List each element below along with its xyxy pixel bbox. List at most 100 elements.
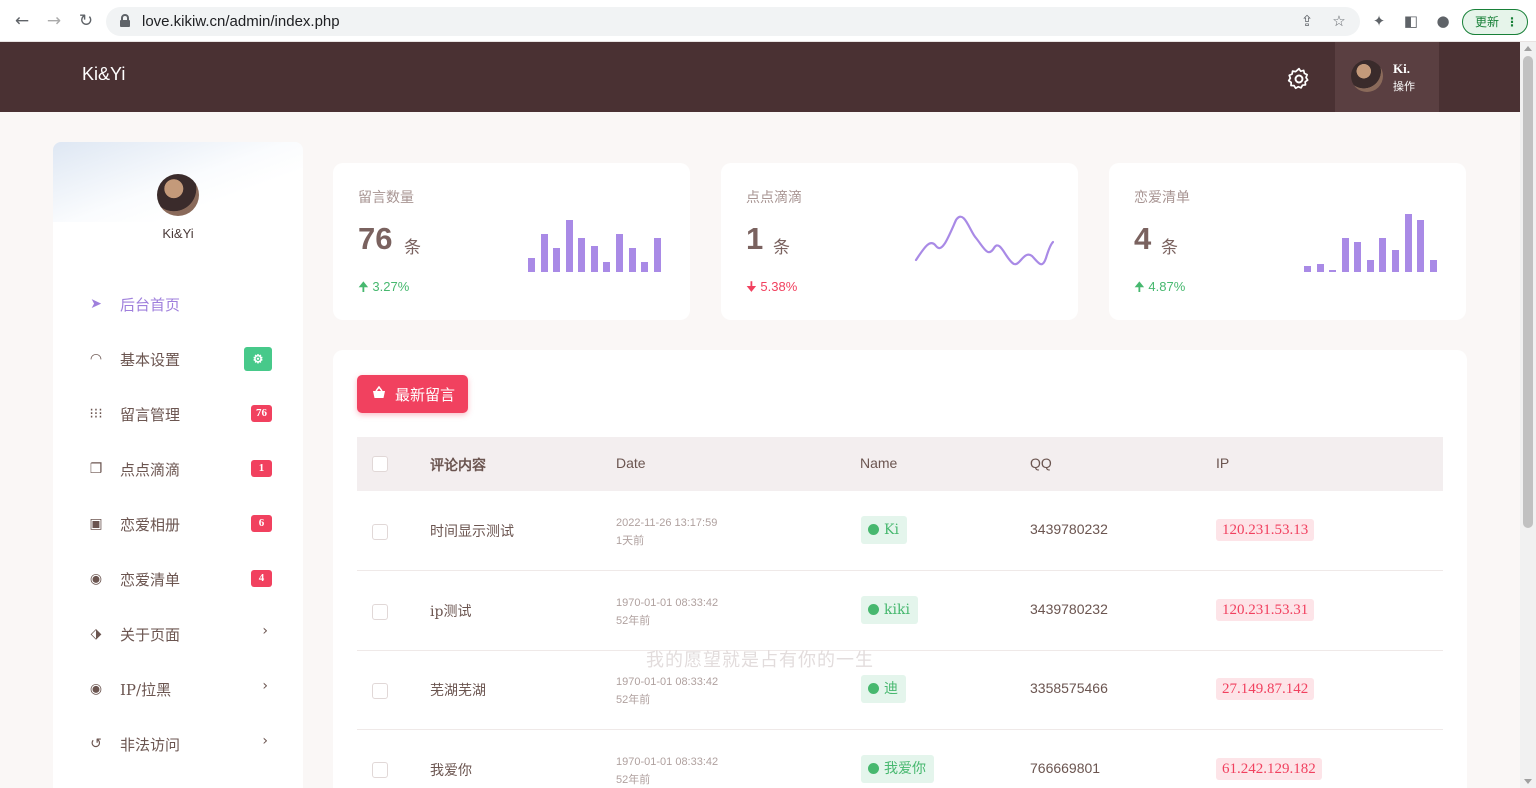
avatar xyxy=(1351,60,1383,92)
stat-change: 🠋 5.38% xyxy=(746,278,797,300)
sidebar-item-ip-block[interactable]: ◉ IP/拉黑 › xyxy=(53,669,303,709)
th-content[interactable]: 评论内容 xyxy=(430,455,486,475)
name-chip: 迪 xyxy=(861,675,906,703)
select-all-checkbox[interactable] xyxy=(372,456,388,472)
cell-content: 时间显示测试 xyxy=(430,524,514,540)
stat-change-value: 5.38% xyxy=(760,279,798,294)
th-qq[interactable]: QQ xyxy=(1030,455,1052,471)
row-checkbox[interactable] xyxy=(372,683,388,699)
forward-arrow-icon[interactable]: → xyxy=(44,11,64,31)
send-icon: ➤ xyxy=(90,296,102,312)
scrollbar[interactable] xyxy=(1520,42,1536,788)
sidebar-item-label: 恋爱相册 xyxy=(120,516,181,534)
speedometer-icon: ◠ xyxy=(89,351,103,367)
arrow-up-icon: 🠉 xyxy=(1134,279,1149,294)
th-name[interactable]: Name xyxy=(860,455,897,471)
count-badge: 76 xyxy=(251,405,272,422)
name-chip: 我爱你 xyxy=(861,755,934,783)
cell-date: 2022-11-26 13:17:59 1天前 xyxy=(616,514,717,550)
row-checkbox[interactable] xyxy=(372,762,388,778)
sidebar-item-messages[interactable]: ⁝⁝⁝ 留言管理 76 xyxy=(53,394,303,434)
share-icon[interactable]: ⇪ xyxy=(1297,12,1317,30)
latest-messages-button[interactable]: 最新留言 xyxy=(357,375,468,413)
date-value: 1970-01-01 08:33:42 xyxy=(616,597,719,609)
address-bar[interactable]: love.kikiw.cn/admin/index.php xyxy=(106,7,1360,36)
user-menu[interactable]: Ki. 操作 xyxy=(1335,42,1439,112)
update-button[interactable]: 更新 ⋮ xyxy=(1462,9,1528,35)
stat-title: 点点滴滴 xyxy=(746,190,802,206)
sidebar-item-label: 关于页面 xyxy=(120,626,181,644)
gear-icon[interactable] xyxy=(1286,66,1312,92)
location-pin-icon: ◉ xyxy=(89,571,103,587)
name-value: 我爱你 xyxy=(884,761,926,777)
sidebar: Ki&Yi ➤ 后台首页 ◠ 基本设置 ⚙ ⁝⁝⁝ 留言管理 76 ❐ 点点滴滴… xyxy=(53,142,303,788)
table-row[interactable]: ip测试 1970-01-01 08:33:42 52年前 kiki 34397… xyxy=(357,571,1443,651)
sidebar-item-label: 后台首页 xyxy=(120,296,181,314)
row-checkbox[interactable] xyxy=(372,604,388,620)
cell-date: 1970-01-01 08:33:42 52年前 xyxy=(616,753,718,788)
arrow-down-icon: 🠋 xyxy=(746,279,761,294)
table-row[interactable]: 时间显示测试 2022-11-26 13:17:59 1天前 Ki 343978… xyxy=(357,491,1443,571)
update-label: 更新 xyxy=(1475,15,1500,29)
date-value: 2022-11-26 13:17:59 xyxy=(616,517,718,529)
stat-card-messages: 留言数量 76 条 🠉 3.27% xyxy=(333,163,690,320)
scroll-up-icon[interactable] xyxy=(1524,46,1532,51)
app-header: Ki&Yi Ki. 操作 xyxy=(0,42,1520,112)
date-ago: 52年前 xyxy=(616,774,651,786)
sidebar-item-label: 恋爱清单 xyxy=(120,571,181,589)
sidepanel-icon[interactable]: ◧ xyxy=(1401,12,1421,30)
gear-icon: ⚙ xyxy=(244,347,272,371)
sidebar-item-home[interactable]: ➤ 后台首页 xyxy=(53,284,303,324)
name-chip: kiki xyxy=(861,596,918,624)
back-arrow-icon[interactable]: ← xyxy=(12,11,32,31)
date-ago: 52年前 xyxy=(616,694,651,706)
th-date[interactable]: Date xyxy=(616,455,646,471)
chevron-right-icon: › xyxy=(262,678,268,694)
scroll-thumb[interactable] xyxy=(1523,56,1533,528)
sidebar-item-label: 留言管理 xyxy=(120,406,181,424)
basket-icon xyxy=(373,386,385,398)
files-icon: ❐ xyxy=(89,461,103,477)
reload-icon[interactable]: ↻ xyxy=(76,11,96,31)
table-row[interactable]: 芜湖芜湖 1970-01-01 08:33:42 52年前 迪 33585754… xyxy=(357,650,1443,730)
row-checkbox[interactable] xyxy=(372,524,388,540)
ip-chip: 120.231.53.31 xyxy=(1216,599,1315,621)
stat-sparkline-line xyxy=(914,215,1054,266)
grid-dots-icon: ⁝⁝⁝ xyxy=(89,406,103,422)
date-ago: 52年前 xyxy=(616,615,651,627)
more-icon: ⋮ xyxy=(1506,15,1518,29)
cell-qq: 766669801 xyxy=(1030,760,1101,776)
url-text: love.kikiw.cn/admin/index.php xyxy=(142,13,340,30)
cell-qq: 3358575466 xyxy=(1030,680,1108,696)
scroll-down-icon[interactable] xyxy=(1524,779,1532,784)
count-badge: 4 xyxy=(251,570,272,587)
sidebar-item-label: 点点滴滴 xyxy=(120,461,181,479)
brand-title[interactable]: Ki&Yi xyxy=(82,64,125,85)
sidebar-item-moments[interactable]: ❐ 点点滴滴 1 xyxy=(53,449,303,489)
lock-icon xyxy=(120,14,130,27)
th-ip[interactable]: IP xyxy=(1216,455,1229,471)
sidebar-item-settings[interactable]: ◠ 基本设置 ⚙ xyxy=(53,339,303,379)
sidebar-item-love-list[interactable]: ◉ 恋爱清单 4 xyxy=(53,559,303,599)
sidebar-user-name: Ki&Yi xyxy=(162,226,194,241)
stat-change: 🠉 4.87% xyxy=(1134,278,1185,300)
stat-title: 留言数量 xyxy=(358,190,414,206)
extensions-icon[interactable]: ✦ xyxy=(1369,12,1389,30)
table-row[interactable]: 我爱你 1970-01-01 08:33:42 52年前 我爱你 7666698… xyxy=(357,730,1443,788)
sidebar-item-album[interactable]: ▣ 恋爱相册 6 xyxy=(53,504,303,544)
stat-value: 1 xyxy=(746,221,764,256)
cell-date: 1970-01-01 08:33:42 52年前 xyxy=(616,673,718,709)
ip-chip: 61.242.129.182 xyxy=(1216,758,1322,780)
star-icon[interactable]: ☆ xyxy=(1329,12,1349,30)
stat-title: 恋爱清单 xyxy=(1134,190,1190,206)
profile-icon[interactable]: ● xyxy=(1433,12,1453,30)
watermark-text: 我的愿望就是占有你的一生 xyxy=(646,650,874,671)
stat-card-love-list: 恋爱清单 4 条 🠉 4.87% xyxy=(1109,163,1466,320)
album-icon: ▣ xyxy=(89,516,103,532)
sidebar-item-illegal-access[interactable]: ↺ 非法访问 › xyxy=(53,724,303,764)
stat-sparkline-bars xyxy=(528,220,661,272)
stat-card-moments: 点点滴滴 1 条 🠋 5.38% xyxy=(721,163,1078,320)
cell-qq: 3439780232 xyxy=(1030,521,1108,537)
sidebar-item-about[interactable]: ⬗ 关于页面 › xyxy=(53,614,303,654)
history-icon: ↺ xyxy=(90,736,102,752)
